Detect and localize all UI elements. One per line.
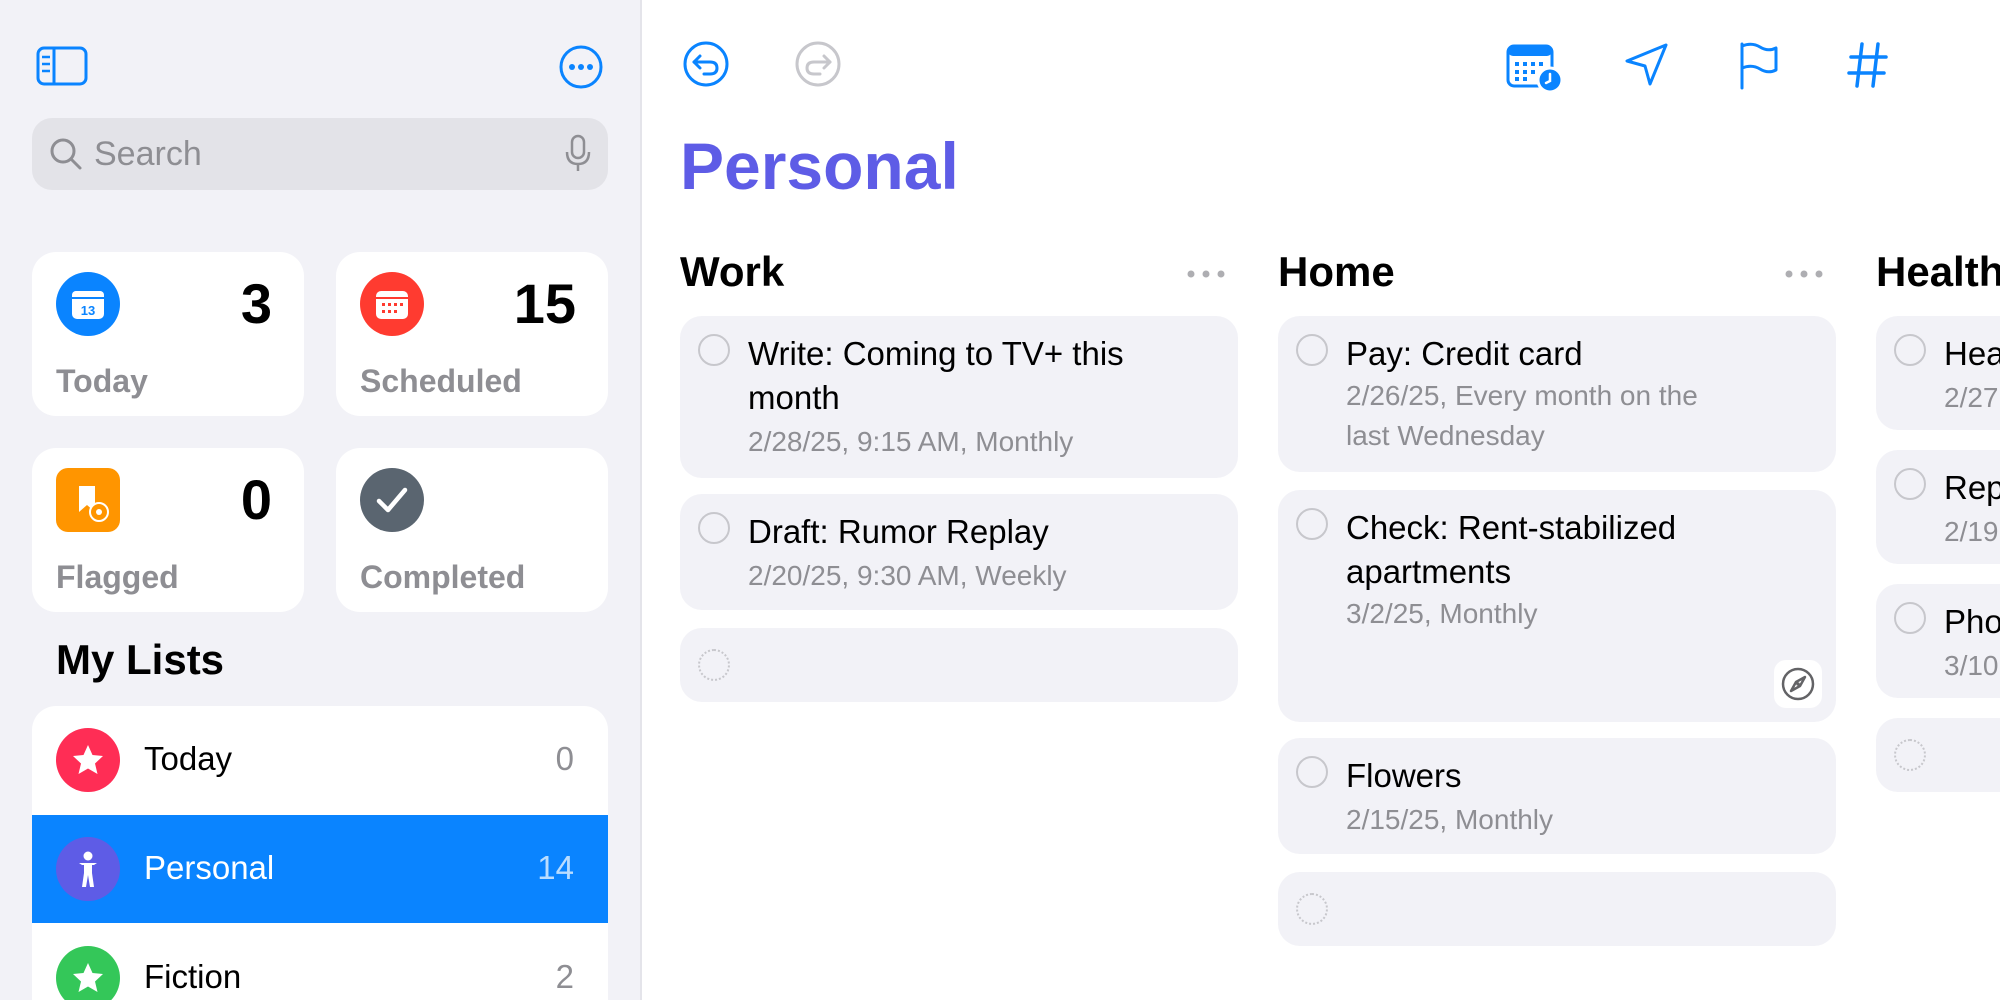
person-icon bbox=[56, 837, 120, 901]
smart-list-flagged[interactable]: 0 Flagged bbox=[32, 448, 304, 612]
search-bar[interactable] bbox=[32, 118, 608, 190]
task-checkbox[interactable] bbox=[1296, 334, 1328, 366]
my-lists-heading: My Lists bbox=[56, 636, 225, 683]
sidebar-toggle-icon[interactable] bbox=[36, 44, 88, 93]
task-checkbox[interactable] bbox=[1894, 334, 1926, 366]
task-item[interactable]: Pho 3/10 bbox=[1876, 584, 2000, 698]
search-icon bbox=[48, 136, 84, 177]
task-item[interactable]: Write: Coming to TV+ this month 2/28/25,… bbox=[680, 316, 1238, 478]
new-task-row[interactable] bbox=[1876, 718, 2000, 792]
task-checkbox[interactable] bbox=[1894, 602, 1926, 634]
task-subtitle: 3/10 bbox=[1944, 650, 1999, 681]
new-task-row[interactable] bbox=[1278, 872, 1836, 946]
smart-list-label: Flagged bbox=[56, 559, 179, 595]
svg-text:13: 13 bbox=[81, 303, 95, 318]
task-title: Pay: Credit card bbox=[1346, 335, 1583, 372]
page-title: Personal bbox=[680, 129, 959, 203]
list-count: 14 bbox=[537, 849, 574, 886]
calendar-icon: 13 bbox=[56, 272, 120, 336]
more-options-icon[interactable] bbox=[558, 44, 604, 95]
calendar-grid-icon bbox=[360, 272, 424, 336]
safari-link-icon[interactable] bbox=[1774, 660, 1822, 708]
list-count: 2 bbox=[555, 958, 574, 995]
smart-list-label: Today bbox=[56, 363, 148, 399]
list-item-today[interactable]: Today 0 bbox=[32, 706, 608, 814]
task-title: Draft: Rumor Replay bbox=[748, 513, 1049, 550]
task-title: Hea bbox=[1944, 335, 2000, 372]
task-item[interactable]: Check: Rent-stabilized apartments 3/2/25… bbox=[1278, 490, 1836, 722]
task-subtitle: 2/20/25, 9:30 AM, Weekly bbox=[748, 560, 1067, 591]
task-title: Write: Coming to TV+ this month bbox=[748, 335, 1124, 416]
task-title: Flowers bbox=[1346, 757, 1462, 794]
list-name: Fiction bbox=[144, 958, 242, 995]
list-name: Personal bbox=[144, 849, 275, 886]
task-checkbox[interactable] bbox=[698, 512, 730, 544]
microphone-icon[interactable] bbox=[564, 134, 592, 179]
list-item-personal[interactable]: Personal 14 bbox=[32, 815, 608, 923]
smart-list-scheduled[interactable]: 15 Scheduled bbox=[336, 252, 608, 416]
star-icon bbox=[56, 946, 120, 1000]
flag-icon[interactable] bbox=[1736, 40, 1782, 97]
flag-icon bbox=[56, 468, 120, 532]
task-checkbox[interactable] bbox=[698, 334, 730, 366]
main-content: Personal Work Write: Coming to TV+ this … bbox=[642, 0, 2000, 1000]
task-item[interactable]: Flowers 2/15/25, Monthly bbox=[1278, 738, 1836, 854]
calendar-clock-icon[interactable] bbox=[1506, 40, 1564, 99]
task-title: Check: Rent-stabilized apartments bbox=[1346, 509, 1677, 590]
hashtag-icon[interactable] bbox=[1846, 40, 1890, 95]
task-item[interactable]: Draft: Rumor Replay 2/20/25, 9:30 AM, We… bbox=[680, 494, 1238, 610]
list-name: Today bbox=[144, 740, 233, 777]
task-subtitle: 2/15/25, Monthly bbox=[1346, 804, 1554, 835]
smart-list-count: 0 bbox=[240, 468, 272, 531]
task-checkbox[interactable] bbox=[1894, 468, 1926, 500]
column-more-icon[interactable] bbox=[1186, 266, 1226, 284]
task-item[interactable]: Rep 2/19 bbox=[1876, 450, 2000, 564]
new-task-checkbox[interactable] bbox=[1296, 893, 1328, 925]
column-title: Work bbox=[680, 248, 785, 295]
column-title: Home bbox=[1278, 248, 1395, 295]
checkmark-icon bbox=[360, 468, 424, 532]
list-count: 0 bbox=[555, 740, 574, 777]
task-subtitle: 2/19 bbox=[1944, 516, 1999, 547]
task-checkbox[interactable] bbox=[1296, 756, 1328, 788]
task-title: Rep bbox=[1944, 469, 2000, 506]
undo-icon[interactable] bbox=[682, 40, 730, 93]
task-subtitle: 2/28/25, 9:15 AM, Monthly bbox=[748, 426, 1074, 457]
new-task-checkbox[interactable] bbox=[698, 649, 730, 681]
star-icon bbox=[56, 728, 120, 792]
redo-icon[interactable] bbox=[794, 40, 842, 93]
task-subtitle: 2/27 bbox=[1944, 382, 1999, 413]
task-item[interactable]: Pay: Credit card 2/26/25, Every month on… bbox=[1278, 316, 1836, 472]
task-checkbox[interactable] bbox=[1296, 508, 1328, 540]
column-more-icon[interactable] bbox=[1784, 266, 1824, 284]
new-task-checkbox[interactable] bbox=[1894, 739, 1926, 771]
smart-list-label: Completed bbox=[360, 559, 526, 595]
smart-list-count: 3 bbox=[240, 272, 272, 335]
smart-list-today[interactable]: 13 3 Today bbox=[32, 252, 304, 416]
column-title: Health bbox=[1876, 248, 2000, 295]
smart-list-count: 15 bbox=[513, 272, 576, 335]
task-subtitle: 3/2/25, Monthly bbox=[1346, 598, 1538, 629]
smart-list-label: Scheduled bbox=[360, 363, 522, 399]
task-subtitle: 2/26/25, Every month on the last Wednesd… bbox=[1346, 380, 1698, 451]
location-icon[interactable] bbox=[1622, 40, 1672, 95]
list-item-fiction[interactable]: Fiction 2 bbox=[32, 924, 608, 1000]
search-input[interactable] bbox=[94, 118, 554, 190]
my-lists: Today 0 Personal 14 Fiction 2 bbox=[32, 706, 608, 1000]
task-title: Pho bbox=[1944, 603, 2000, 640]
sidebar: 13 3 Today 15 Scheduled bbox=[0, 0, 642, 1000]
task-item[interactable]: Hea 2/27 bbox=[1876, 316, 2000, 430]
smart-list-completed[interactable]: Completed bbox=[336, 448, 608, 612]
new-task-row[interactable] bbox=[680, 628, 1238, 702]
